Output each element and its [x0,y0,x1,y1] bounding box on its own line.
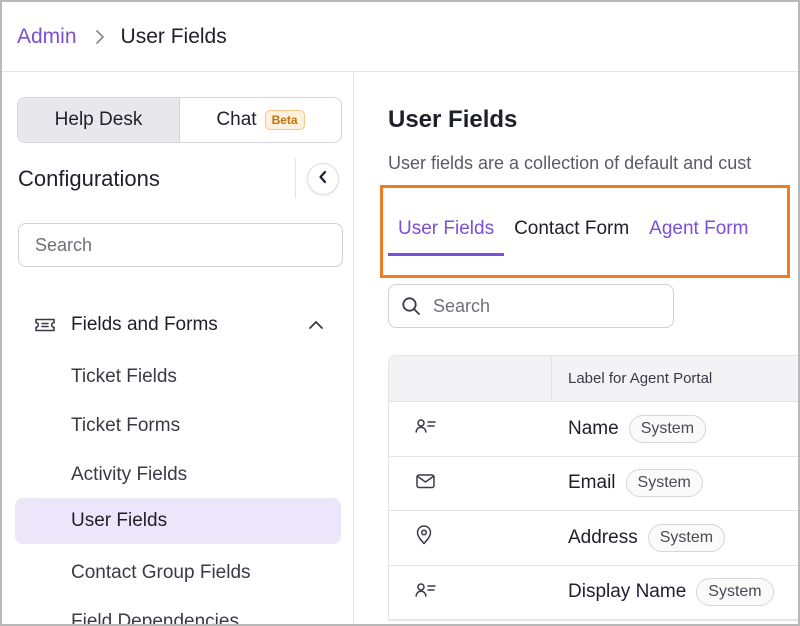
column-header-label[interactable]: Label for Agent Portal [552,356,712,401]
sidebar-item-contact-group-fields[interactable]: Contact Group Fields [15,550,341,596]
sidebar-item-user-fields[interactable]: User Fields [15,498,341,544]
search-input[interactable] [433,295,653,317]
ticket-icon [33,313,57,337]
sidebar: Help Desk Chat Beta Configurations Field… [2,72,354,624]
page-description: User fields are a collection of default … [388,153,752,173]
system-badge: System [647,523,726,552]
sidebar-item-ticket-forms[interactable]: Ticket Forms [15,403,341,449]
beta-badge: Beta [264,110,305,130]
breadcrumb-admin-link[interactable]: Admin [17,25,77,49]
sidebar-search-input[interactable] [18,223,343,267]
system-badge: System [625,469,703,498]
mail-icon [415,472,437,495]
product-switcher: Help Desk Chat Beta [17,97,342,143]
tab-bar: User Fields Contact Form Agent Form [388,206,758,256]
sidebar-item-field-dependencies[interactable]: Field Dependencies [15,599,341,624]
divider [295,158,296,198]
tab-agent-form[interactable]: Agent Form [639,206,758,256]
sidebar-item-activity-fields[interactable]: Activity Fields [15,452,341,498]
sidebar-item-ticket-fields[interactable]: Ticket Fields [15,354,341,400]
field-name: Display Name [568,581,687,603]
contact-card-icon [415,581,437,604]
table-header-icon-column [389,356,552,401]
chevron-right-icon [95,29,105,45]
field-name: Name [568,417,619,439]
system-badge: System [696,578,774,607]
chevron-up-icon [308,320,324,330]
tab-contact-form[interactable]: Contact Form [504,206,639,256]
chevron-left-icon [318,170,328,189]
table-row[interactable]: Email System [389,457,798,511]
page-title: User Fields [388,106,518,133]
table-row[interactable]: Name System [389,402,798,457]
search-icon [401,296,421,316]
nav-group-fields-and-forms[interactable]: Fields and Forms [33,308,328,342]
app-window: Admin User Fields Help Desk Chat Beta Co… [0,0,800,626]
segment-chat-label: Chat [216,109,257,130]
contact-card-icon [415,417,437,440]
field-name: Address [568,526,638,548]
nav-group-label: Fields and Forms [71,314,218,335]
tab-user-fields[interactable]: User Fields [388,206,505,256]
sidebar-title: Configurations [18,166,160,191]
table-row[interactable]: Address System [389,511,798,566]
location-pin-icon [415,525,437,550]
breadcrumb-current: User Fields [120,24,227,48]
collapse-sidebar-button[interactable] [307,163,339,195]
user-fields-table: Label for Agent Portal Name System Email… [388,355,798,621]
segment-help-desk-label: Help Desk [54,109,143,130]
segment-chat[interactable]: Chat Beta [180,98,341,142]
system-badge: System [628,414,707,443]
table-header: Label for Agent Portal [389,356,798,402]
table-row[interactable]: Display Name System [389,566,798,620]
fields-search[interactable] [388,284,674,328]
segment-help-desk[interactable]: Help Desk [18,98,180,142]
breadcrumb: Admin User Fields [2,2,798,72]
main-content: User Fields User fields are a collection… [355,72,798,624]
field-name: Email [568,472,616,494]
